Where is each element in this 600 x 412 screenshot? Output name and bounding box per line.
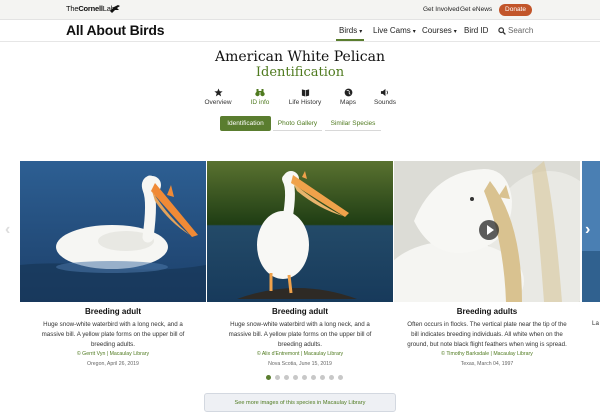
chevron-down-icon: ▾: [359, 29, 363, 35]
nav-item-birds[interactable]: Birds ▾: [339, 26, 362, 35]
play-video-icon[interactable]: [479, 220, 499, 240]
nav-item-live-cams[interactable]: Live Cams ▾: [373, 26, 416, 35]
carousel-prev-icon[interactable]: ‹: [5, 221, 10, 239]
logo-main: Cornell: [78, 4, 103, 13]
caption-title: Breeding adults: [456, 307, 518, 316]
logo-prefix: The: [66, 4, 79, 13]
carousel-dot[interactable]: [311, 375, 316, 380]
carousel-dot[interactable]: [266, 375, 271, 380]
chevron-down-icon: ▾: [412, 29, 416, 35]
nav-item-label: Birds: [339, 26, 358, 35]
pelican-photo-swimming[interactable]: [20, 161, 206, 302]
tab-id-info[interactable]: ID info: [236, 88, 284, 106]
pill-tab-photo-gallery[interactable]: Photo Gallery: [273, 116, 322, 131]
photo-location: Texas, March 04, 1997: [460, 361, 514, 367]
nav-item-bird-id[interactable]: Bird ID: [464, 26, 488, 35]
pelican-photo-standing[interactable]: [207, 161, 393, 302]
nav-item-label: Live Cams: [373, 26, 411, 35]
search-label[interactable]: Search: [508, 26, 533, 35]
caption-title: Breeding adult: [271, 307, 328, 316]
tab-life-history[interactable]: Life History: [281, 88, 329, 106]
carousel-dot[interactable]: [302, 375, 307, 380]
page-subtitle: Identification: [255, 65, 345, 80]
page-title: American White Pelican: [215, 49, 385, 65]
carousel-dot[interactable]: [284, 375, 289, 380]
carousel-next-icon[interactable]: ›: [585, 221, 590, 239]
carousel-dot[interactable]: [275, 375, 280, 380]
caption-line: massive bill. A yellow plate forms on th…: [228, 331, 372, 338]
caption-description: Huge snow-white waterbird with a long ne…: [207, 320, 393, 350]
caption-line: massive bill. A yellow plate forms on th…: [41, 331, 185, 338]
main-nav: All About Birds Birds ▾ Live Cams ▾ Course…: [0, 20, 600, 42]
caption-line: Huge snow-white waterbird with a long ne…: [43, 321, 183, 328]
photo-credit-link[interactable]: © Timothy Barksdale | Macaulay Library: [394, 351, 580, 357]
top-utility-bar: TheCornellLab Get Involved Get eNews Don…: [0, 0, 600, 20]
photo-location: Nova Scotia, June 15, 2019: [268, 361, 332, 367]
get-enews-link[interactable]: Get eNews: [460, 6, 492, 13]
chevron-down-icon: ▾: [453, 29, 457, 35]
caption-line: bill indicates breeding individuals. All…: [411, 331, 563, 338]
macaulay-library-link[interactable]: See more images of this species in Macau…: [204, 393, 396, 412]
nav-item-label: Courses: [422, 26, 452, 35]
globe-icon: [344, 88, 352, 97]
carousel-dot[interactable]: [329, 375, 334, 380]
get-involved-link[interactable]: Get Involved: [423, 6, 460, 13]
active-nav-underline: [336, 39, 364, 41]
caption-partial: La: [592, 320, 599, 327]
photo-location: Oregon, April 26, 2019: [87, 361, 139, 367]
caption-line: ground, but note black flight feathers w…: [407, 341, 567, 348]
speaker-icon: [380, 88, 388, 97]
tab-sounds[interactable]: Sounds: [361, 88, 409, 106]
photo-credit-link[interactable]: © Gerrit Vyn | Macaulay Library: [20, 351, 206, 357]
tab-label: Life History: [288, 99, 322, 106]
bird-logo-icon: [110, 5, 120, 13]
star-icon: [213, 88, 223, 97]
tab-label: Sounds: [373, 99, 397, 106]
caption-line: Huge snow-white waterbird with a long ne…: [230, 321, 370, 328]
book-icon: [301, 89, 309, 97]
search-icon[interactable]: [498, 27, 506, 35]
cornell-lab-logo[interactable]: TheCornellLab: [66, 4, 115, 13]
carousel-dot[interactable]: [293, 375, 298, 380]
tab-overview[interactable]: Overview: [194, 88, 242, 106]
donate-button[interactable]: Donate: [499, 4, 532, 16]
caption-description: Huge snow-white waterbird with a long ne…: [20, 320, 206, 350]
caption-title: Breeding adult: [84, 307, 141, 316]
binoculars-icon: [255, 89, 265, 97]
carousel-dot[interactable]: [338, 375, 343, 380]
caption-description: Often occurs in flocks. The vertical pla…: [394, 320, 580, 350]
tab-label: Overview: [204, 99, 232, 106]
tab-label: Maps: [340, 99, 356, 106]
caption-line: breeding adults.: [90, 341, 136, 348]
pill-tab-similar-species[interactable]: Similar Species: [325, 116, 381, 131]
caption-line: Often occurs in flocks. The vertical pla…: [407, 321, 567, 328]
pill-tab-identification[interactable]: Identification: [220, 116, 271, 131]
carousel-dot[interactable]: [320, 375, 325, 380]
caption-line: breeding adults.: [277, 341, 323, 348]
nav-item-courses[interactable]: Courses ▾: [422, 26, 457, 35]
site-brand[interactable]: All About Birds: [66, 22, 165, 38]
photo-carousel: ‹ › Breeding adult Huge snow-white water…: [0, 161, 600, 371]
photo-credit-link[interactable]: © Alix d'Entremont | Macaulay Library: [207, 351, 393, 357]
tab-label: ID info: [250, 99, 270, 106]
